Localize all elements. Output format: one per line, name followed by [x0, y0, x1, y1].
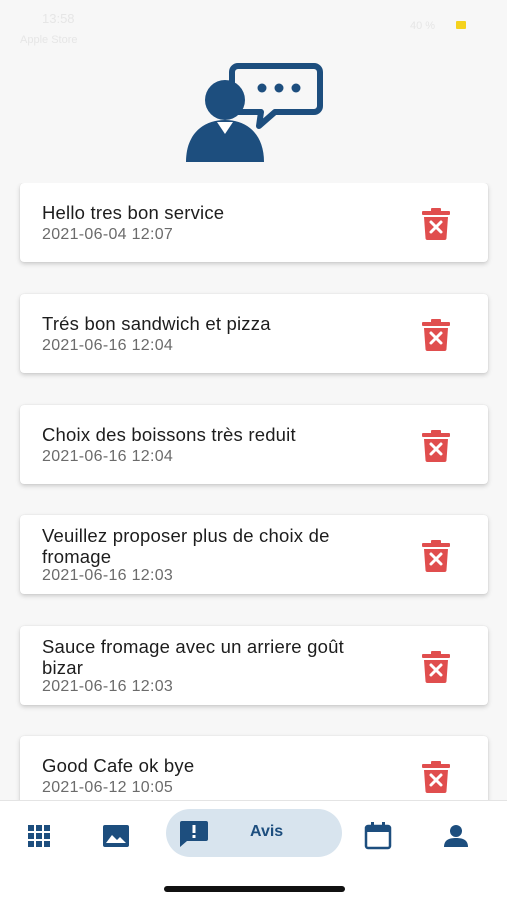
review-date: 2021-06-12 10:05 [42, 779, 174, 796]
review-card: Choix des boissons très reduit 2021-06-1… [20, 405, 488, 484]
image-icon [103, 825, 129, 847]
review-text: Choix des boissons très reduit [42, 424, 296, 445]
trash-icon [422, 761, 450, 793]
review-text: Good Cafe ok bye [42, 755, 195, 776]
status-time: 13:58 [42, 11, 75, 26]
review-list[interactable]: Hello tres bon service 2021-06-04 12:07 … [0, 183, 507, 800]
review-date: 2021-06-16 12:04 [42, 448, 174, 465]
delete-review-button[interactable] [417, 427, 455, 465]
delete-review-button[interactable] [417, 648, 455, 686]
review-date: 2021-06-16 12:04 [42, 337, 174, 354]
nav-profile-button[interactable] [434, 821, 478, 851]
nav-grid-button[interactable] [17, 821, 61, 851]
status-bar: 13:58 Apple Store 40 % [0, 0, 507, 50]
delete-review-button[interactable] [417, 205, 455, 243]
status-battery-level: 40 % [410, 20, 436, 32]
nav-avis-label: Avis [250, 823, 284, 840]
battery-icon [456, 21, 466, 29]
status-carrier: Apple Store [20, 34, 78, 46]
calendar-icon [364, 822, 392, 850]
review-card: Sauce fromage avec un arriere goût bizar… [20, 626, 488, 705]
review-card: Trés bon sandwich et pizza 2021-06-16 12… [20, 294, 488, 373]
trash-icon [422, 540, 450, 572]
review-date: 2021-06-16 12:03 [42, 567, 174, 584]
feedback-icon [180, 821, 208, 847]
trash-icon [422, 319, 450, 351]
delete-review-button[interactable] [417, 537, 455, 575]
grid-icon [28, 825, 50, 847]
review-text: Veuillez proposer plus de choix de froma… [42, 525, 330, 567]
trash-icon [422, 651, 450, 683]
review-card: Good Cafe ok bye 2021-06-12 10:05 [20, 736, 488, 800]
review-date: 2021-06-04 12:07 [42, 226, 174, 243]
nav-calendar-button[interactable] [356, 821, 400, 851]
nav-gallery-button[interactable] [94, 821, 138, 851]
review-date: 2021-06-16 12:03 [42, 678, 174, 695]
nav-avis-button[interactable]: Avis [166, 809, 342, 857]
review-text: Sauce fromage avec un arriere goût bizar [42, 636, 344, 678]
delete-review-button[interactable] [417, 758, 455, 796]
trash-icon [422, 430, 450, 462]
review-text: Trés bon sandwich et pizza [42, 313, 271, 334]
review-card: Hello tres bon service 2021-06-04 12:07 [20, 183, 488, 262]
home-indicator [164, 886, 345, 892]
review-card: Veuillez proposer plus de choix de froma… [20, 515, 488, 594]
trash-icon [422, 208, 450, 240]
bottom-navigation: Avis [0, 800, 507, 900]
delete-review-button[interactable] [417, 316, 455, 354]
review-text: Hello tres bon service [42, 202, 225, 223]
person-icon [444, 825, 468, 847]
reviews-illustration-icon [186, 63, 323, 162]
